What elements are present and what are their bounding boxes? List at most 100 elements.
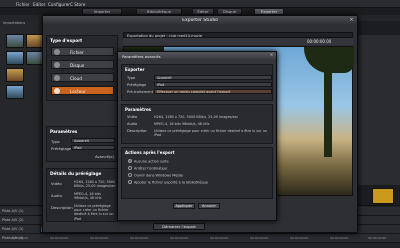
- after-export-section: Actions après l'export Aucune action sui…: [121, 147, 273, 199]
- disc-icon: [54, 62, 60, 68]
- preset-select[interactable]: iPad: [71, 145, 115, 150]
- track-label: Piste A/V (3): [2, 227, 24, 231]
- cloud-icon: [54, 75, 60, 81]
- close-icon[interactable]: ×: [348, 17, 355, 23]
- audio-label: Audio: [51, 193, 62, 198]
- file-icon: [54, 49, 60, 55]
- type-select[interactable]: Appareil: [71, 138, 115, 143]
- tab-disc[interactable]: Disque: [217, 8, 242, 15]
- export-disc-button[interactable]: Disque: [51, 60, 114, 69]
- apply-button[interactable]: Appliquer: [173, 203, 195, 209]
- tab-export[interactable]: Exporter: [254, 8, 284, 15]
- adv-preset-select[interactable]: iPad: [154, 82, 272, 87]
- radio-icon[interactable]: [128, 180, 132, 184]
- radio-icon[interactable]: [128, 166, 132, 170]
- export-device-button[interactable]: Lecteur: [51, 86, 114, 95]
- timecode: 00:00:00.00: [307, 39, 332, 44]
- menu-file[interactable]: Fichier: [16, 2, 30, 7]
- adv-preset-label: Préréglage: [127, 83, 147, 87]
- library-header: Importations: [3, 21, 26, 25]
- radio-label: Ouvrir dans Windows Media: [134, 173, 183, 178]
- export-type-group: Type d'export Fichier Disque Cloud Lecte…: [46, 35, 118, 101]
- adv-type-label: Type: [127, 76, 136, 80]
- device-icon: [54, 88, 60, 94]
- cancel-button[interactable]: Annuler: [198, 203, 220, 209]
- adv-audio-value: MPEG-4, 16 bits 96kbit/s, 48 kHz: [154, 122, 210, 126]
- radio-label: Ajouter le fichier exporté à la biblioth…: [134, 180, 208, 185]
- adv-audio-label: Audio: [127, 122, 138, 126]
- parameters-header: Paramètres: [50, 129, 78, 134]
- ruler-tick: 00:00:00.00: [330, 236, 349, 240]
- preset-details-group: Détails du préréglage Vidéo H264, 1280 x…: [46, 168, 118, 222]
- adv-description-value: Utilisez ce préréglage pour créer un fic…: [154, 129, 268, 138]
- palm-leaves: [304, 47, 354, 73]
- advanced-export-header: Exporter: [125, 67, 145, 72]
- music-clip-thumbnail[interactable]: [372, 188, 394, 204]
- menu-configure[interactable]: Configurer: [48, 2, 70, 7]
- radio-no-action[interactable]: Aucune action suite: [128, 159, 169, 164]
- video-value: H264, 1280 x 720, 5000 KBit/s, 25,00 ima…: [74, 180, 116, 189]
- export-file-button[interactable]: Fichier: [51, 47, 114, 56]
- export-type-header: Type d'export: [50, 38, 83, 43]
- ruler-tick: 00:00:00.00: [50, 236, 69, 240]
- ruler-tick: 00:00:00.00: [368, 236, 387, 240]
- advanced-export-section: Exporter Type Appareil Préréglage iPad P…: [121, 64, 273, 101]
- adv-description-label: Description: [127, 129, 148, 133]
- radio-icon[interactable]: [128, 159, 132, 163]
- advanced-settings-dialog: Paramètres avancés × Exporter Type Appar…: [117, 51, 277, 221]
- menu-edit[interactable]: Editer: [33, 2, 45, 7]
- media-thumbnail[interactable]: [6, 51, 24, 65]
- audio-value: MPEG-4, 16 bits 96kbit/s, 48 kHz: [74, 192, 102, 201]
- advanced-title: Paramètres avancés: [122, 53, 161, 59]
- description-label: Description: [51, 205, 73, 210]
- adv-type-select[interactable]: Appareil: [154, 75, 272, 80]
- advanced-params-section: Paramètres Vidéo H264, 1280 x 720, 5000 …: [121, 104, 273, 144]
- start-export-button[interactable]: Démarrer l'export: [153, 223, 205, 230]
- ruler-tick: 00:00:00.00: [290, 236, 309, 240]
- export-device-label: Lecteur: [70, 89, 86, 94]
- media-thumbnail[interactable]: [6, 68, 24, 82]
- preset-label: Préréglage: [51, 146, 72, 151]
- export-path: Exportation du projet : club med14.movie: [127, 33, 203, 38]
- parameters-group: Paramètres Type Appareil Préréglage iPad…: [46, 126, 118, 162]
- after-export-header: Actions après l'export: [125, 150, 175, 155]
- adv-video-label: Vidéo: [127, 115, 138, 119]
- radio-label: Aucune action suite: [134, 159, 169, 164]
- ruler-tick: 00:00:00.00: [10, 236, 29, 240]
- exporter-title: Exporter Studio: [182, 17, 218, 23]
- adv-pretreat-select[interactable]: Effectuer un rendu complet avant l'expor…: [154, 89, 272, 94]
- video-label: Vidéo: [51, 181, 62, 186]
- ruler-tick: 00:00:00.00: [170, 236, 189, 240]
- media-thumbnail[interactable]: [6, 85, 24, 99]
- advanced-params-header: Paramètres: [125, 107, 152, 112]
- radio-add-library[interactable]: Ajouter le fichier exporté à la biblioth…: [128, 180, 208, 185]
- export-cloud-label: Cloud: [70, 76, 82, 81]
- radio-shutdown[interactable]: Arrêter l'ordinateur: [128, 166, 168, 171]
- tab-library[interactable]: Bibliothèque: [136, 8, 182, 15]
- type-label: Type: [51, 139, 60, 144]
- tab-edit[interactable]: Éditer: [192, 8, 214, 15]
- export-disc-label: Disque: [70, 63, 85, 68]
- ruler-tick: 00:00:00.00: [130, 236, 149, 240]
- tab-import[interactable]: Importer: [82, 8, 122, 15]
- mode-tabs: Importer Bibliothèque Éditer Disque Expo…: [82, 8, 302, 15]
- radio-label: Arrêter l'ordinateur: [134, 166, 168, 171]
- export-file-label: Fichier: [70, 50, 84, 55]
- preset-details-header: Détails du préréglage: [50, 171, 102, 176]
- close-icon[interactable]: ×: [268, 53, 275, 59]
- adv-pretreat-label: Pré-traitement: [127, 90, 154, 94]
- track-label: Piste A/V (2): [2, 218, 24, 222]
- ruler-tick: 00:00:00.00: [210, 236, 229, 240]
- advanced-link[interactable]: Avancé(e): [95, 154, 114, 159]
- adv-video-value: H264, 1280 x 720, 5000 KBit/s, 25,00 ima…: [154, 115, 239, 119]
- media-thumbnail[interactable]: [6, 34, 24, 48]
- track-label: Piste A/V (1): [2, 209, 24, 213]
- radio-icon[interactable]: [128, 173, 132, 177]
- ruler-tick: 00:00:00.00: [90, 236, 109, 240]
- menu-store[interactable]: C Store: [70, 2, 85, 7]
- export-cloud-button[interactable]: Cloud: [51, 73, 114, 82]
- description-value: Utilisez ce préréglage pour créer un fic…: [74, 204, 114, 221]
- radio-open-media[interactable]: Ouvrir dans Windows Media: [128, 173, 183, 178]
- ruler-tick: 00:00:00.00: [250, 236, 269, 240]
- menu-bar: Fichier Editer Configurer C Store: [0, 0, 400, 8]
